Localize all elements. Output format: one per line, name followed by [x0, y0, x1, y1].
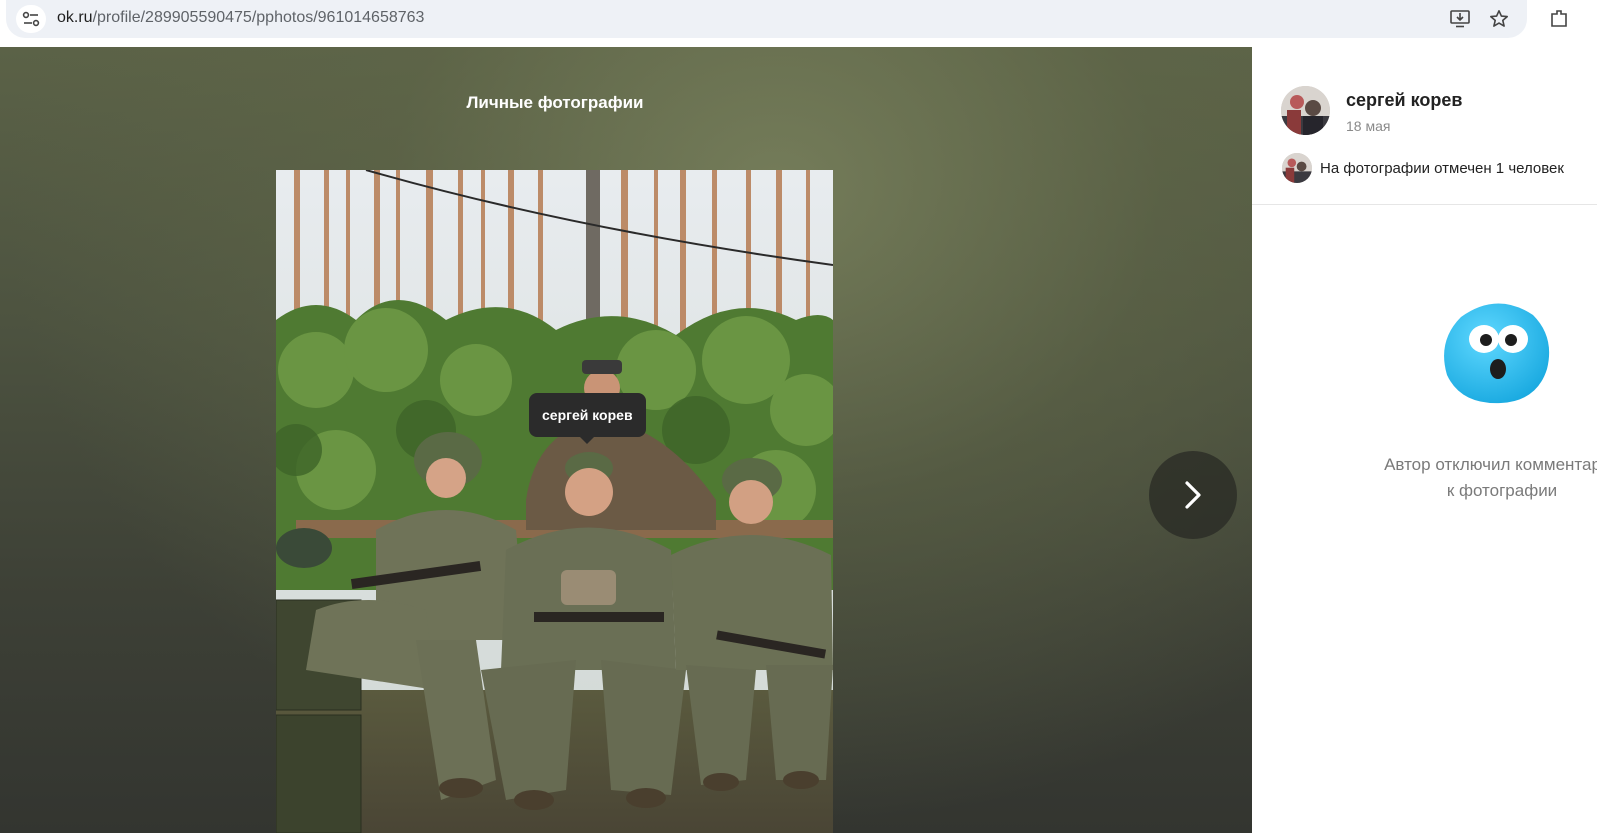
- surprised-emoji-icon: [1441, 297, 1553, 407]
- tagged-avatar: [1282, 153, 1312, 183]
- divider: [1252, 204, 1597, 205]
- comments-disabled-message: Автор отключил комментарии к фотографии: [1352, 452, 1597, 504]
- post-date: 18 мая: [1346, 118, 1391, 134]
- photo[interactable]: [276, 170, 833, 833]
- browser-toolbar: ok.ru/profile/289905590475/pphotos/96101…: [0, 0, 1597, 48]
- chevron-right-icon: [1185, 481, 1201, 509]
- tagged-people-row[interactable]: На фотографии отмечен 1 человек: [1282, 153, 1597, 184]
- comments-disabled-line2: к фотографии: [1446, 481, 1558, 500]
- photo-viewer: Личные фотографии сергей корев: [0, 47, 1252, 833]
- url-text[interactable]: ok.ru/profile/289905590475/pphotos/96101…: [57, 9, 424, 27]
- url-host: ok.ru: [57, 9, 93, 26]
- comments-disabled-line1: Автор отключил комментарии: [1384, 455, 1597, 474]
- address-bar[interactable]: ok.ru/profile/289905590475/pphotos/96101…: [6, 0, 1527, 38]
- site-info-icon[interactable]: [16, 5, 46, 33]
- album-title[interactable]: Личные фотографии: [0, 93, 1110, 113]
- tagged-people-text: На фотографии отмечен 1 человек: [1320, 160, 1564, 177]
- extensions-icon[interactable]: [1548, 8, 1570, 30]
- url-path: /profile/289905590475/pphotos/9610146587…: [92, 9, 425, 26]
- author-avatar[interactable]: [1281, 86, 1330, 135]
- next-photo-button[interactable]: [1149, 451, 1237, 539]
- install-app-icon[interactable]: [1449, 8, 1471, 30]
- author-name[interactable]: сергей корев: [1346, 90, 1462, 111]
- bookmark-star-icon[interactable]: [1488, 8, 1510, 30]
- photo-tag-tooltip[interactable]: сергей корев: [529, 393, 646, 444]
- photo-info-panel: сергей корев 18 мая На фотографии отмече…: [1252, 47, 1597, 833]
